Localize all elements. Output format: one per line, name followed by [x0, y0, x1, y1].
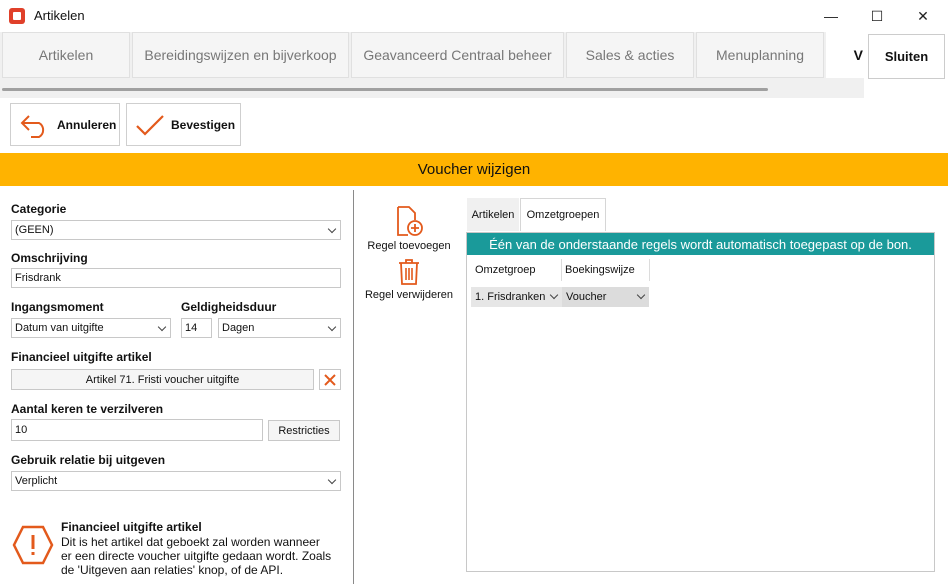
close-window-button[interactable]: ✕ — [900, 0, 946, 32]
bevestigen-label: Bevestigen — [171, 117, 236, 132]
financieel-artikel-button[interactable]: Artikel 71. Fristi voucher uitgifte — [11, 369, 314, 390]
info-line-1: Dit is het artikel dat geboekt zal worde… — [61, 535, 320, 549]
column-header-omzetgroep[interactable]: Omzetgroep — [472, 259, 562, 281]
tab-centraal-beheer[interactable]: Geavanceerd Centraal beheer — [351, 32, 564, 78]
regel-toevoegen-button[interactable]: Regel toevoegen — [362, 205, 456, 252]
omzetgroepen-grid: Één van de onderstaande regels wordt aut… — [466, 232, 935, 572]
relatie-label: Gebruik relatie bij uitgeven — [11, 453, 166, 467]
geldigheidsduur-input[interactable]: 14 — [181, 318, 212, 338]
info-line-3: de 'Uitgeven aan relaties' knop, of de A… — [61, 563, 284, 577]
title-bar: Artikelen — ☐ ✕ — [0, 0, 948, 32]
geldigheidsduur-label: Geldigheidsduur — [181, 300, 277, 314]
x-icon — [324, 373, 336, 386]
subtab-artikelen[interactable]: Artikelen — [467, 198, 519, 231]
column-header-boekingswijze[interactable]: Boekingswijze — [562, 259, 650, 281]
aantal-label: Aantal keren te verzilveren — [11, 402, 164, 416]
page-title-banner: Voucher wijzigen — [0, 153, 948, 186]
regel-toevoegen-label: Regel toevoegen — [367, 240, 451, 252]
categorie-label: Categorie — [11, 202, 67, 216]
relatie-select[interactable]: Verplicht — [11, 471, 341, 491]
maximize-button[interactable]: ☐ — [854, 0, 900, 32]
window-title: Artikelen — [34, 8, 85, 23]
trash-icon — [399, 259, 419, 285]
omschrijving-input[interactable]: Frisdrank — [11, 268, 341, 288]
tab-menuplanning[interactable]: Menuplanning — [696, 32, 824, 78]
tab-artikelen[interactable]: Artikelen — [2, 32, 130, 78]
grid-notice: Één van de onderstaande regels wordt aut… — [467, 233, 934, 255]
omschrijving-label: Omschrijving — [11, 251, 88, 265]
financieel-label: Financieel uitgifte artikel — [11, 350, 152, 364]
info-title: Financieel uitgifte artikel — [61, 520, 202, 534]
sluiten-button[interactable]: Sluiten — [868, 34, 945, 79]
app-icon — [9, 8, 25, 24]
annuleren-label: Annuleren — [57, 117, 117, 132]
main-tab-bar: Artikelen Bereidingswijzen en bijverkoop… — [0, 32, 864, 98]
info-text: Dit is het artikel dat geboekt zal worde… — [61, 535, 331, 577]
clear-financieel-button[interactable] — [319, 369, 341, 390]
regel-verwijderen-button[interactable]: Regel verwijderen — [362, 258, 456, 301]
tab-sales-acties[interactable]: Sales & acties — [566, 32, 694, 78]
tab-voucher[interactable]: V — [826, 32, 864, 78]
tab-scrollbar[interactable] — [2, 88, 768, 91]
tab-bereidingswijzen[interactable]: Bereidingswijzen en bijverkoop — [132, 32, 349, 78]
warning-icon — [12, 525, 54, 565]
aantal-input[interactable]: 10 — [11, 419, 263, 441]
regel-verwijderen-label: Regel verwijderen — [364, 289, 454, 301]
info-line-2: er een directe voucher uitgifte gedaan w… — [61, 549, 332, 563]
panel-divider — [353, 190, 354, 584]
add-document-icon — [397, 206, 423, 236]
subtab-omzetgroepen[interactable]: Omzetgroepen — [520, 198, 606, 231]
ingangsmoment-select[interactable]: Datum van uitgifte — [11, 318, 171, 338]
bevestigen-button[interactable]: Bevestigen — [126, 103, 241, 146]
annuleren-button[interactable]: Annuleren — [10, 103, 120, 146]
minimize-button[interactable]: — — [808, 0, 854, 32]
restricties-button[interactable]: Restricties — [268, 420, 340, 441]
categorie-select[interactable]: (GEEN) — [11, 220, 341, 240]
table-cell-boekingswijze[interactable]: Voucher — [562, 287, 649, 307]
geldigheidsduur-unit-select[interactable]: Dagen — [218, 318, 341, 338]
ingangsmoment-label: Ingangsmoment — [11, 300, 104, 314]
undo-arrow-icon — [20, 114, 45, 138]
checkmark-icon — [136, 114, 164, 136]
table-cell-omzetgroep[interactable]: 1. Frisdranken — [471, 287, 562, 307]
